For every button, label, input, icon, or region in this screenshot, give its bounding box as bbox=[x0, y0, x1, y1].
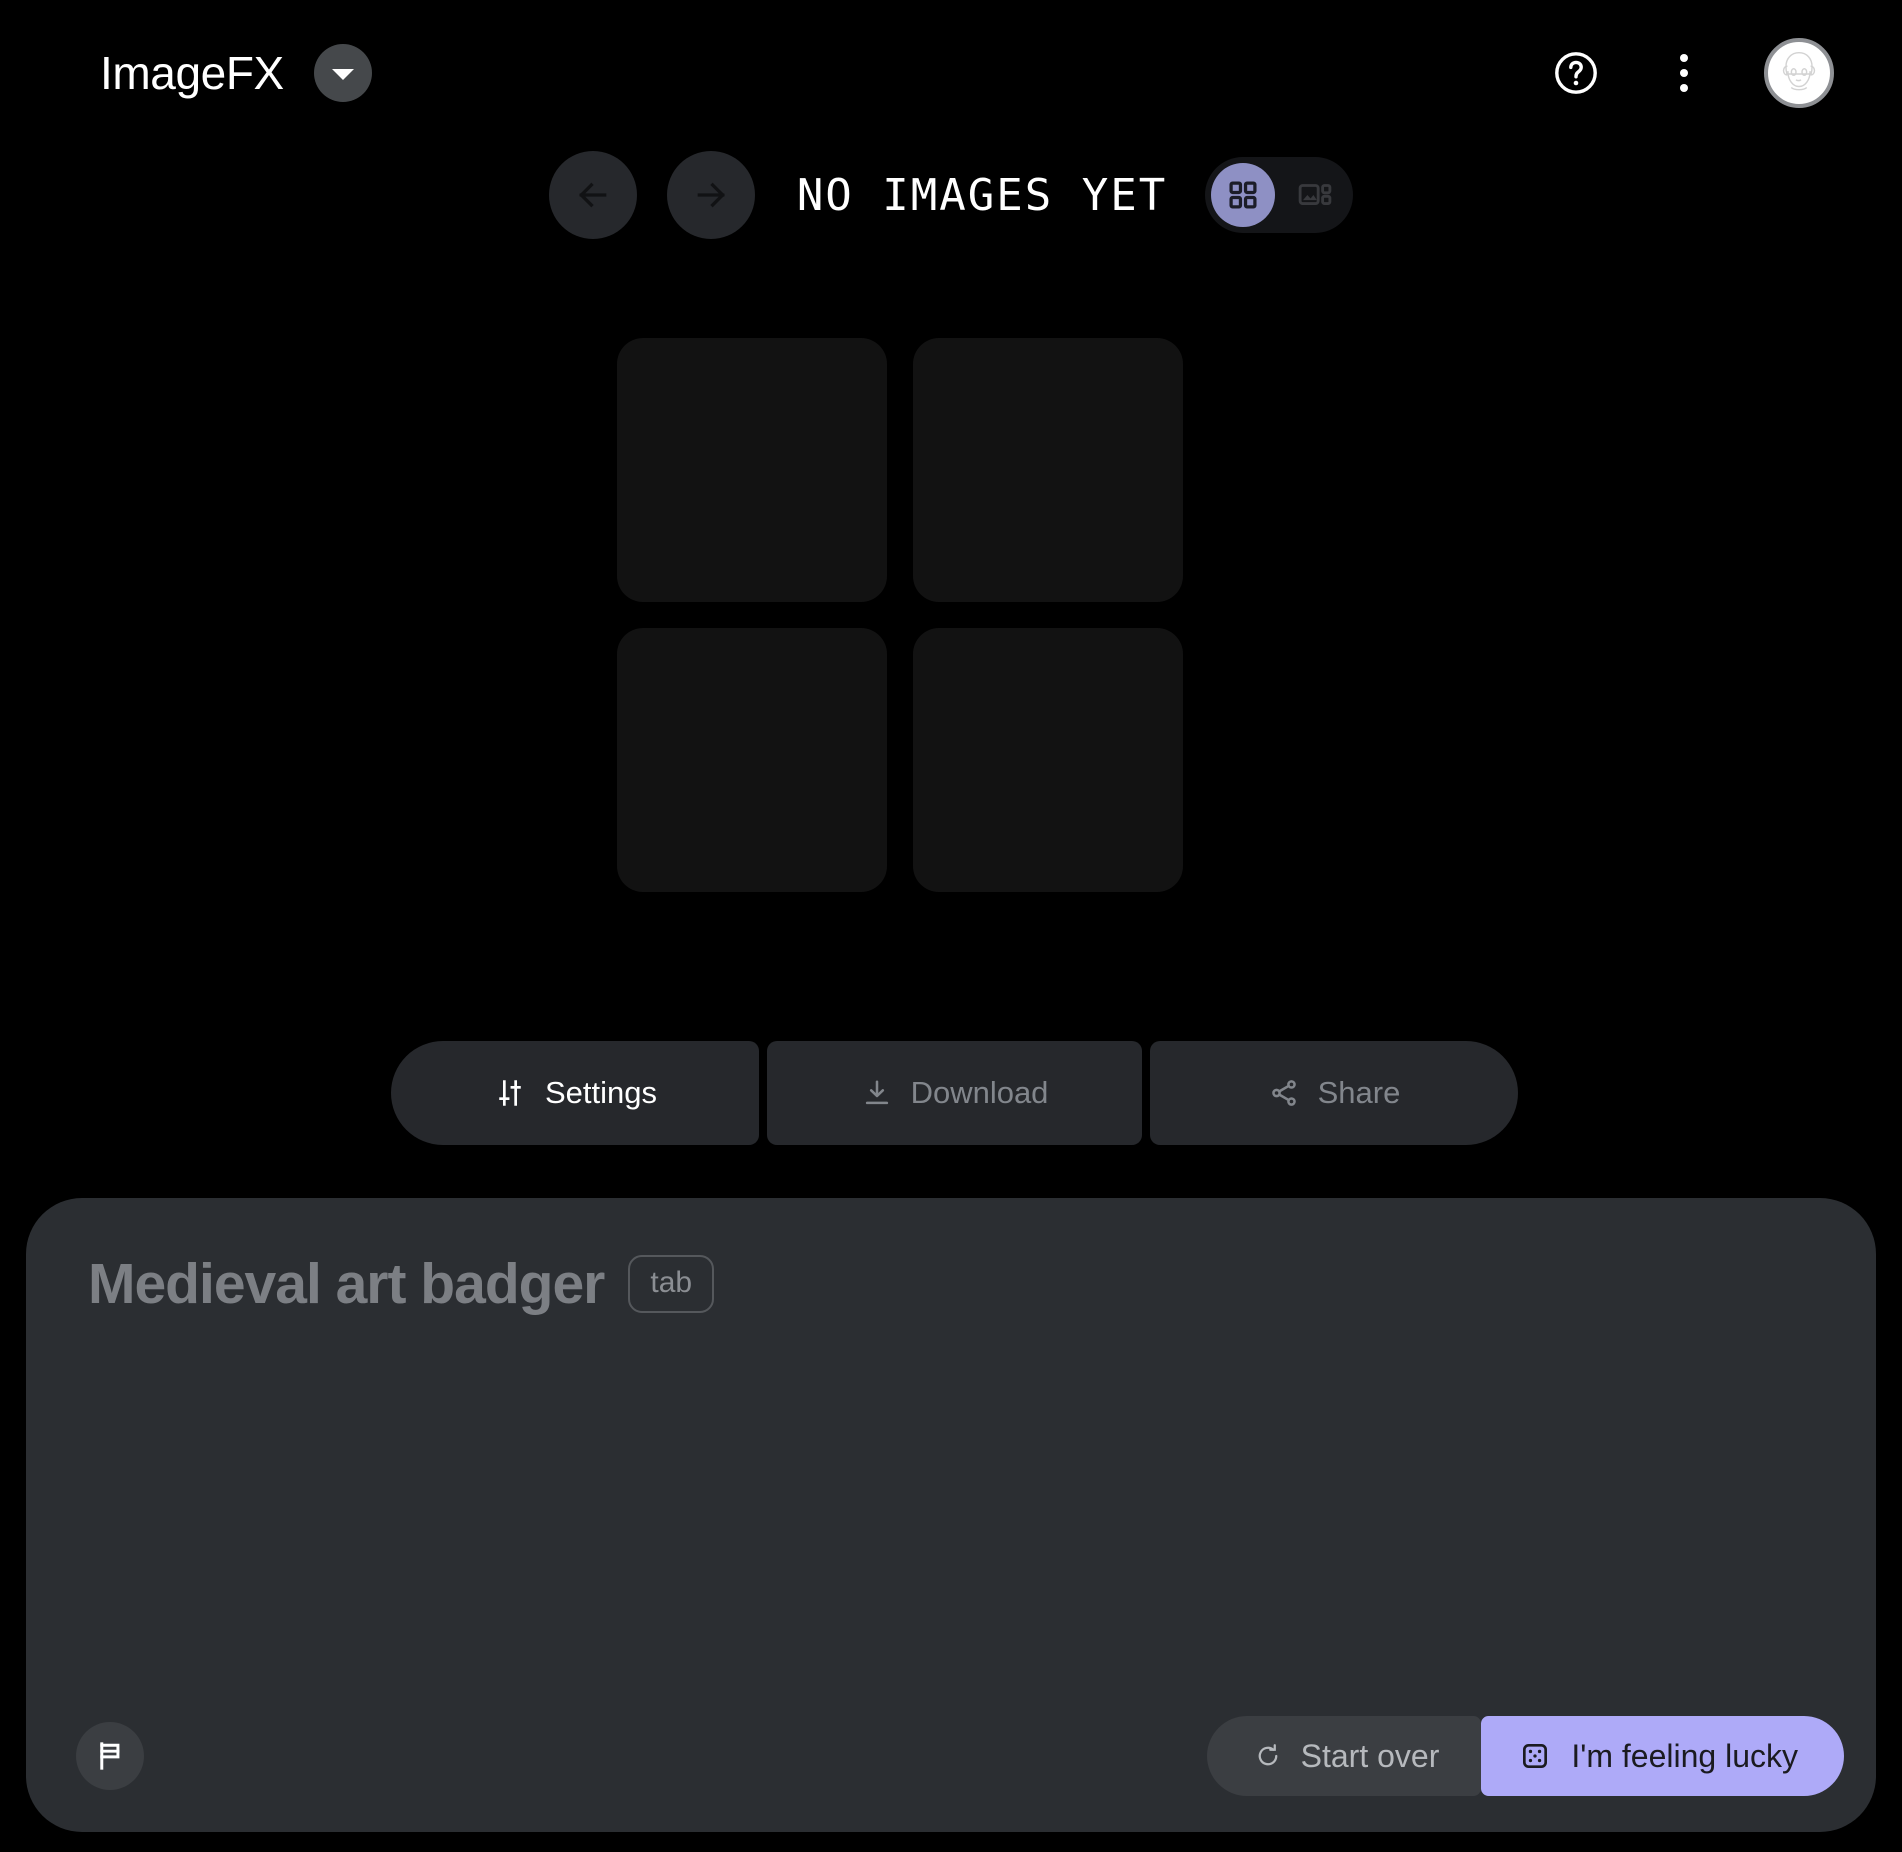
report-flag-button[interactable] bbox=[76, 1722, 144, 1790]
image-actions-bar: Settings Download Share bbox=[391, 1041, 1518, 1145]
image-tile[interactable] bbox=[617, 338, 887, 602]
chevron-down-icon bbox=[331, 68, 354, 80]
view-mode-grid-button[interactable] bbox=[1211, 163, 1276, 227]
prompt-input-row: Medieval art badger tab bbox=[88, 1255, 715, 1313]
share-icon bbox=[1271, 1080, 1296, 1106]
help-button[interactable] bbox=[1548, 45, 1604, 101]
share-button-label: Share bbox=[1317, 1075, 1401, 1110]
prompt-actions: Start over I'm feeling lucky bbox=[1206, 1716, 1844, 1796]
app-title: ImageFX bbox=[100, 47, 284, 99]
flag-icon bbox=[100, 1742, 120, 1770]
prompt-panel: Medieval art badger tab Start over I'm f… bbox=[26, 1198, 1876, 1832]
gallery-prev-button[interactable] bbox=[548, 151, 637, 239]
tune-sliders-icon bbox=[499, 1080, 521, 1106]
arrow-right-icon bbox=[697, 182, 725, 208]
gallery-next-button[interactable] bbox=[666, 151, 755, 239]
download-button[interactable]: Download bbox=[767, 1041, 1142, 1145]
im-feeling-lucky-button[interactable]: I'm feeling lucky bbox=[1481, 1716, 1844, 1796]
settings-button[interactable]: Settings bbox=[391, 1041, 759, 1145]
app-switcher-button[interactable] bbox=[313, 44, 372, 102]
image-tile[interactable] bbox=[913, 628, 1183, 892]
top-bar: ImageFX bbox=[0, 0, 1902, 146]
start-over-label: Start over bbox=[1300, 1737, 1440, 1774]
avatar[interactable] bbox=[1764, 38, 1834, 108]
arrow-left-icon bbox=[578, 182, 607, 208]
gallery-header: NO IMAGES YET bbox=[0, 151, 1902, 239]
image-tile[interactable] bbox=[617, 628, 887, 892]
im-feeling-lucky-label: I'm feeling lucky bbox=[1571, 1737, 1798, 1774]
download-button-label: Download bbox=[910, 1075, 1049, 1110]
gallery-status-title: NO IMAGES YET bbox=[796, 169, 1168, 221]
image-placeholder-grid bbox=[617, 338, 1183, 892]
user-avatar-icon bbox=[1782, 51, 1816, 91]
dice-icon bbox=[1523, 1744, 1548, 1768]
download-icon bbox=[865, 1080, 888, 1105]
image-tile[interactable] bbox=[913, 338, 1183, 602]
share-button[interactable]: Share bbox=[1150, 1041, 1518, 1145]
help-circle-icon bbox=[1555, 52, 1597, 94]
prompt-input[interactable]: Medieval art badger bbox=[88, 1255, 605, 1313]
settings-button-label: Settings bbox=[544, 1075, 657, 1110]
brand-group: ImageFX bbox=[100, 44, 372, 102]
refresh-icon bbox=[1258, 1744, 1278, 1766]
tab-key-chip[interactable]: tab bbox=[628, 1255, 715, 1313]
grid-view-icon bbox=[1229, 181, 1257, 209]
more-options-button[interactable] bbox=[1656, 45, 1712, 101]
view-mode-single-button[interactable] bbox=[1283, 163, 1347, 227]
view-mode-toggle bbox=[1205, 157, 1354, 233]
kebab-menu-icon bbox=[1680, 54, 1688, 92]
start-over-button[interactable]: Start over bbox=[1206, 1716, 1482, 1796]
top-bar-actions bbox=[1548, 38, 1842, 108]
single-image-view-icon bbox=[1298, 184, 1332, 205]
